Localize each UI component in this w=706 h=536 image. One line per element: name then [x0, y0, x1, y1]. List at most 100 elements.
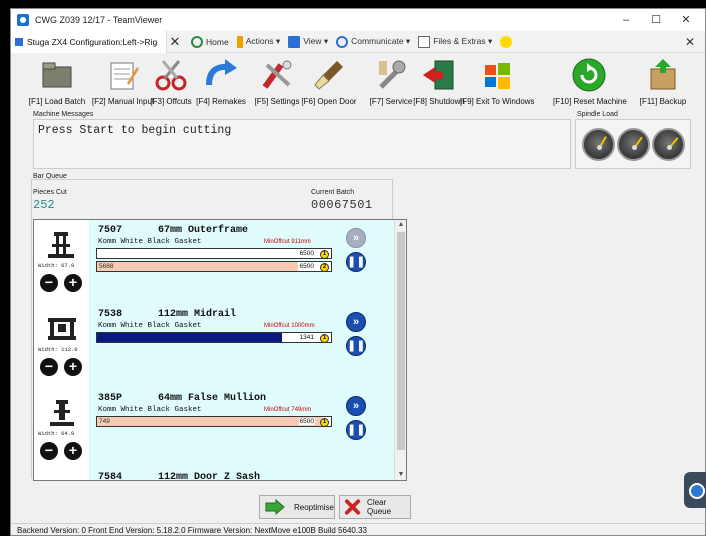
reoptimise-label: Reoptimise — [293, 502, 334, 512]
min-offcut: MinOffcut 911mm — [264, 239, 311, 245]
decrease-button[interactable]: − — [40, 442, 58, 460]
scroll-thumb[interactable] — [397, 232, 405, 450]
session-tab[interactable]: Stuga ZX4 Configuration:Left->Rig — [11, 30, 167, 53]
files-extras-menu[interactable]: Files & Extras ▾ — [418, 35, 492, 48]
actions-label: Actions ▾ — [245, 36, 281, 46]
home-button[interactable]: Home — [191, 35, 229, 48]
queue-item[interactable]: 7584 112mm Door Z Sash — [34, 472, 394, 481]
increase-button[interactable]: + — [64, 358, 82, 376]
shutdown-button[interactable]: [F8] Shutdown — [411, 53, 467, 109]
decrease-button[interactable]: − — [40, 274, 58, 292]
bar-fill — [97, 333, 282, 342]
reoptimise-button[interactable]: Reoptimise — [259, 495, 335, 519]
queue-item[interactable]: Width: 64.0 − + 385P 64mm False Mullion … — [34, 388, 394, 472]
actions-menu[interactable]: Actions ▾ — [236, 35, 281, 48]
pieces-cut-label: Pieces Cut — [33, 189, 67, 196]
folder-icon — [42, 62, 72, 88]
service-button[interactable]: [F7] Service — [364, 53, 418, 109]
exit-windows-button[interactable]: [F9] Exit To Windows — [460, 53, 535, 109]
close-toolbar-icon[interactable]: ✕ — [685, 35, 695, 49]
teamviewer-side-tab-icon[interactable] — [684, 472, 706, 508]
pieces-cut-value: 252 — [33, 198, 55, 212]
scroll-down-icon[interactable]: ▼ — [395, 470, 406, 480]
skip-forward-button[interactable]: » — [346, 228, 366, 248]
clear-queue-label: Clear Queue — [367, 498, 392, 516]
bar-queue-list[interactable]: Width: 67.0 − + 7507 67mm Outerframe Kom… — [33, 219, 407, 481]
item-name: 112mm Door Z Sash — [158, 472, 261, 481]
window-title: CWG Z039 12/17 - TeamViewer — [35, 15, 163, 25]
communicate-menu[interactable]: Communicate ▾ — [336, 35, 411, 48]
profile-panel — [34, 472, 90, 480]
pause-button[interactable]: ❚❚ — [346, 336, 366, 356]
spindle-gauge-icon — [582, 128, 615, 161]
session-tab-label: Stuga ZX4 Configuration:Left->Rig — [27, 36, 158, 47]
bar-progress: 5688 6500 2 — [96, 261, 332, 272]
item-code: 7507 — [98, 225, 123, 236]
green-arrow-icon — [265, 499, 285, 515]
queue-scrollbar[interactable]: ▲ ▼ — [394, 220, 406, 480]
windows-logo-icon — [485, 63, 510, 89]
notepad-icon — [110, 62, 139, 90]
teamviewer-window: CWG Z039 12/17 - TeamViewer – ☐ ✕ Stuga … — [10, 8, 706, 536]
clear-queue-button[interactable]: Clear Queue — [339, 495, 411, 519]
manual-input-label: [F2] Manual Input — [91, 97, 155, 106]
open-door-button[interactable]: [F6] Open Door — [301, 53, 357, 109]
communicate-label: Communicate ▾ — [351, 36, 411, 46]
machine-messages-label: Machine Messages — [33, 111, 94, 118]
red-x-icon — [344, 499, 361, 515]
service-label: [F7] Service — [369, 97, 413, 106]
close-session-icon[interactable]: ✕ — [167, 34, 183, 50]
pause-button[interactable]: ❚❚ — [346, 420, 366, 440]
load-batch-button[interactable]: [F1] Load Batch — [25, 53, 89, 109]
exit-door-icon — [423, 60, 454, 90]
maximize-button[interactable]: ☐ — [641, 9, 671, 31]
increase-button[interactable]: + — [64, 274, 82, 292]
reset-machine-button[interactable]: [F10] Reset Machine — [553, 53, 627, 109]
scroll-up-icon[interactable]: ▲ — [395, 220, 406, 230]
pause-button[interactable]: ❚❚ — [346, 252, 366, 272]
item-description: Komm White Black Gasket — [98, 238, 202, 246]
skip-forward-button[interactable]: » — [346, 312, 366, 332]
skip-forward-button[interactable]: » — [346, 396, 366, 416]
queue-item[interactable]: Width: 112.0 − + 7538 112mm Midrail Komm… — [34, 304, 394, 388]
session-icon — [15, 37, 23, 46]
view-menu[interactable]: View ▾ — [288, 35, 328, 48]
bar-length: 6500 — [298, 263, 315, 270]
profile-width: Width: 67.0 — [38, 262, 75, 269]
spindle-load-label: Spindle Load — [577, 111, 618, 118]
increase-button[interactable]: + — [64, 442, 82, 460]
item-code: 7538 — [98, 309, 123, 320]
current-batch-value: 00067501 — [311, 198, 373, 212]
bar-number-badge: 1 — [320, 334, 329, 343]
backup-box-icon — [650, 59, 676, 90]
teamviewer-toolbar: Stuga ZX4 Configuration:Left->Rig ✕ Home… — [11, 30, 705, 53]
bar-progress: 6500 1 — [96, 248, 332, 259]
queue-item[interactable]: Width: 67.0 − + 7507 67mm Outerframe Kom… — [34, 220, 394, 304]
bar-number-badge: 1 — [320, 418, 329, 427]
decrease-button[interactable]: − — [40, 358, 58, 376]
backup-button[interactable]: [F11] Backup — [637, 53, 689, 109]
settings-button[interactable]: [F5] Settings — [249, 53, 305, 109]
smiley-icon — [500, 35, 513, 48]
machine-message-text: Press Start to begin cutting — [38, 124, 232, 137]
settings-label: [F5] Settings — [254, 97, 300, 106]
profile-panel: Width: 112.0 − + — [34, 304, 90, 388]
manual-input-button[interactable]: [F2] Manual Input — [90, 53, 156, 109]
item-description: Komm White Black Gasket — [98, 322, 202, 330]
bar-number-badge: 2 — [320, 263, 329, 272]
remakes-button[interactable]: [F4] Remakes — [194, 53, 248, 109]
main-toolbar: [F1] Load Batch [F2] Manual Input [F3] Off… — [11, 53, 705, 109]
feedback-button[interactable] — [500, 35, 515, 48]
shutdown-label: [F8] Shutdown — [413, 97, 465, 106]
tools-icon — [262, 60, 292, 89]
spindle-gauge-icon — [652, 128, 685, 161]
machine-messages-box: Press Start to begin cutting — [33, 119, 571, 169]
bar-length: 1341 — [298, 334, 315, 341]
lightning-icon — [236, 35, 243, 48]
offcuts-button[interactable]: [F3] Offcuts — [150, 53, 192, 109]
item-code: 385P — [98, 393, 123, 404]
minimize-button[interactable]: – — [611, 9, 641, 31]
offcuts-label: [F3] Offcuts — [150, 97, 192, 106]
redo-arrow-icon — [206, 59, 237, 86]
close-window-button[interactable]: ✕ — [671, 9, 701, 31]
